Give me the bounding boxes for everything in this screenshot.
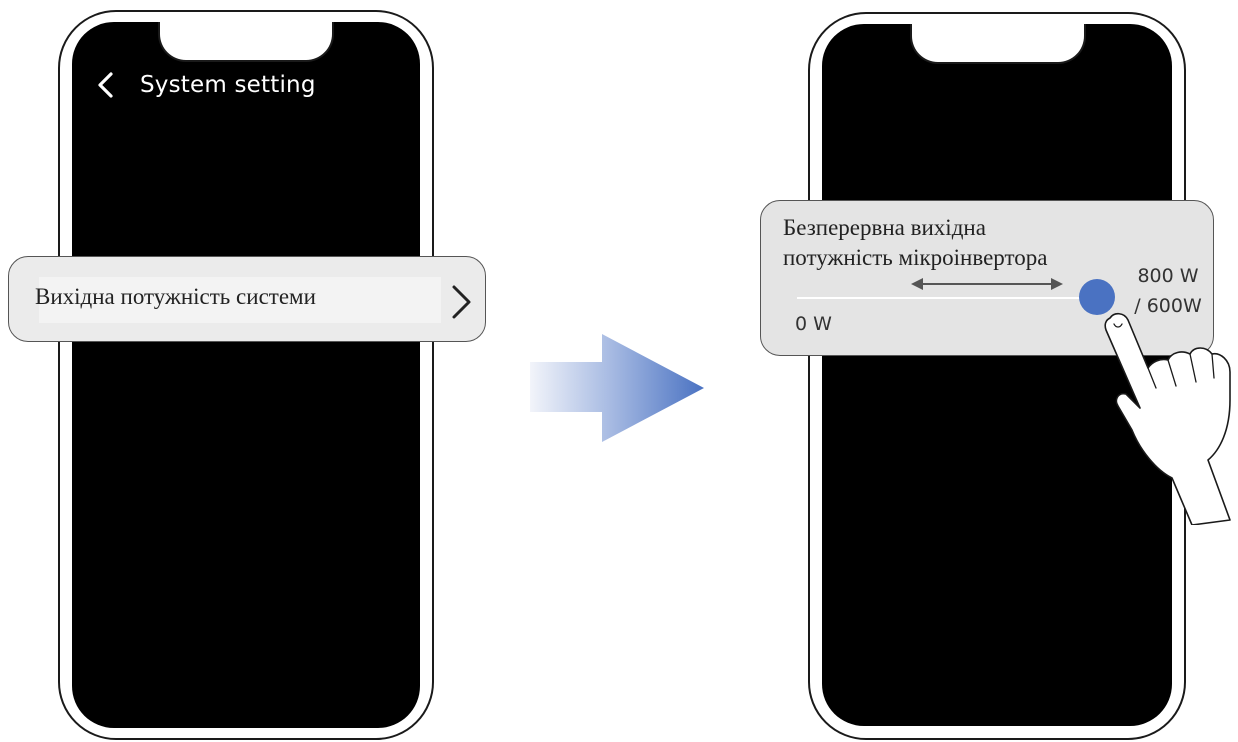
right-phone-notch	[910, 24, 1086, 64]
slider-min-label: 0 W	[795, 313, 832, 335]
slider-max-label-line1: 800 W	[1137, 265, 1199, 287]
page-title: System setting	[140, 72, 316, 98]
slider-track[interactable]	[797, 297, 1097, 299]
left-phone-screen	[72, 22, 420, 728]
slider-title-line1: Безперервна вихідна	[783, 215, 986, 240]
gradient-right-arrow-icon	[530, 334, 704, 442]
slider-title: Безперервна вихідна потужність мікроінве…	[783, 213, 1123, 273]
tapping-hand-icon	[1104, 312, 1231, 525]
chevron-left-icon[interactable]	[92, 70, 122, 100]
double-arrow-icon	[911, 278, 1063, 290]
menu-item-label: Вихідна потужність системи	[35, 284, 316, 309]
slider-title-line2: потужність мікроінвертора	[783, 245, 1048, 270]
menu-item-system-output-power[interactable]: Вихідна потужність системи	[8, 256, 486, 342]
left-phone-notch	[158, 22, 334, 62]
chevron-right-icon[interactable]	[449, 283, 475, 321]
